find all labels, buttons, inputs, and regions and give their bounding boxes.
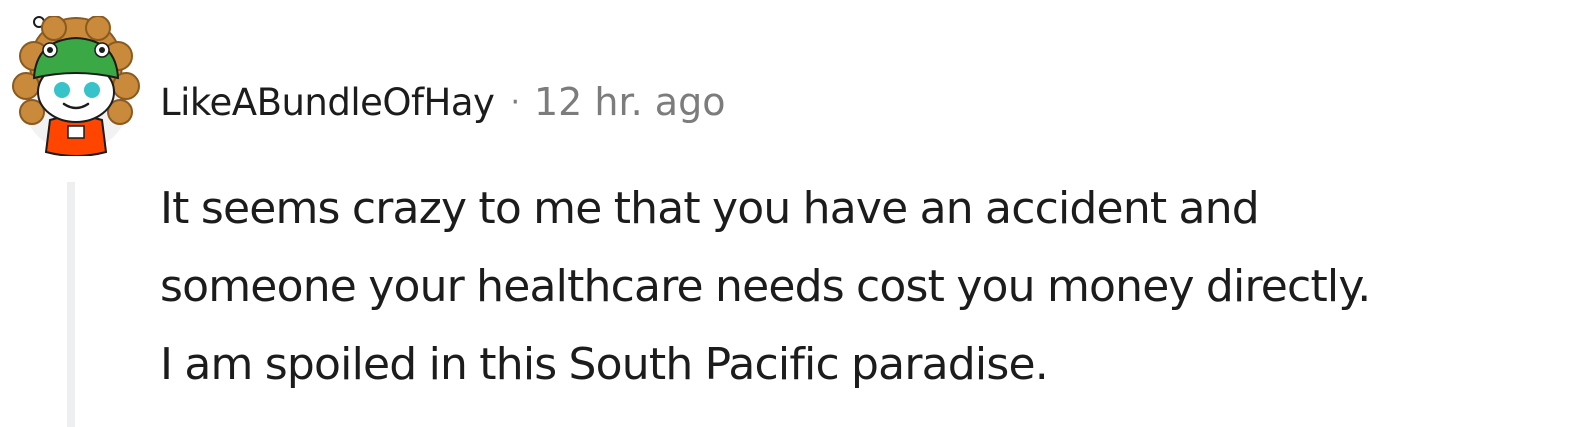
meta-separator: · (510, 84, 520, 120)
snoo-avatar-icon (12, 15, 140, 157)
comment-body-line: It seems crazy to me that you have an ac… (160, 183, 1260, 234)
comment-body: It seems crazy to me that you have an ac… (160, 170, 1580, 404)
comment-author-link[interactable]: LikeABundleOfHay (160, 81, 495, 124)
comment-header: LikeABundleOfHay · 12 hr. ago (160, 78, 725, 126)
comment-timestamp[interactable]: 12 hr. ago (534, 80, 725, 124)
comment-body-line: someone your healthcare needs cost you m… (160, 261, 1371, 312)
comment-body-line: I am spoiled in this South Pacific parad… (160, 339, 1049, 390)
thread-line[interactable] (67, 182, 75, 427)
user-avatar[interactable] (10, 15, 142, 157)
